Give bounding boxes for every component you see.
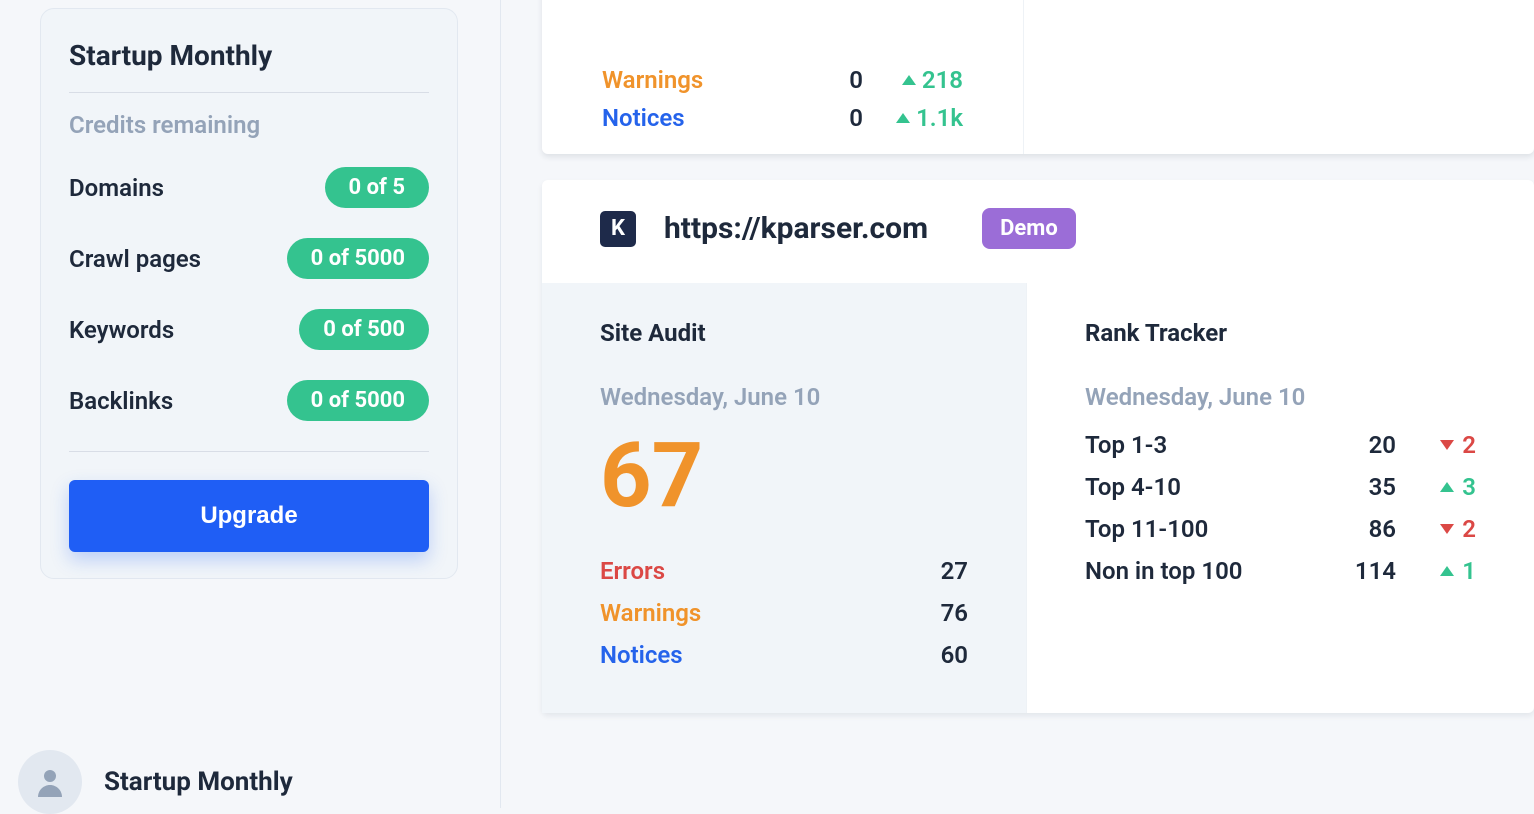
user-name: Startup Monthly — [104, 767, 293, 797]
caret-down-icon — [1440, 524, 1454, 534]
rank-row: Top 11-10086 2 — [1085, 515, 1476, 543]
rank-value: 86 — [1326, 515, 1396, 543]
rank-label: Top 11-100 — [1085, 515, 1326, 543]
audit-value: 76 — [941, 599, 968, 627]
credit-label: Domains — [69, 174, 164, 202]
rank-label: Non in top 100 — [1085, 557, 1326, 585]
rank-delta-value: 2 — [1462, 431, 1476, 459]
user-icon — [32, 764, 68, 800]
issue-delta: 218 — [863, 66, 963, 94]
project-header: K https://kparser.com Demo — [542, 180, 1534, 283]
issue-label: Notices — [602, 104, 803, 132]
credit-row: Keywords 0 of 500 — [69, 309, 429, 350]
avatar[interactable] — [18, 750, 82, 814]
credit-row: Domains 0 of 5 — [69, 167, 429, 208]
rank-row: Top 1-320 2 — [1085, 431, 1476, 459]
audit-label: Notices — [600, 641, 683, 669]
site-audit-score: 67 — [600, 431, 968, 521]
caret-up-icon — [1440, 482, 1454, 492]
site-audit-title: Site Audit — [600, 319, 968, 347]
site-audit-panel: Site Audit Wednesday, June 10 67 Errors 2… — [542, 283, 1027, 713]
audit-row: Notices 60 — [600, 641, 968, 669]
rank-delta-value: 2 — [1462, 515, 1476, 543]
credits-card: Startup Monthly Credits remaining Domain… — [40, 8, 458, 579]
rank-label: Top 4-10 — [1085, 473, 1326, 501]
audit-row: Warnings 76 — [600, 599, 968, 627]
credit-label: Keywords — [69, 316, 174, 344]
audit-row: Errors 27 — [600, 557, 968, 585]
project-card: K https://kparser.com Demo Site Audit We… — [542, 180, 1534, 713]
site-audit-date: Wednesday, June 10 — [600, 383, 968, 411]
credit-row: Crawl pages 0 of 5000 — [69, 238, 429, 279]
project-favicon: K — [600, 211, 636, 247]
rank-tracker-title: Rank Tracker — [1085, 319, 1476, 347]
rank-delta: 2 — [1396, 515, 1476, 543]
rank-row: Non in top 100114 1 — [1085, 557, 1476, 585]
issue-label: Warnings — [602, 66, 803, 94]
rank-value: 20 — [1326, 431, 1396, 459]
issue-delta-value: 218 — [922, 66, 963, 94]
rank-delta-value: 1 — [1462, 557, 1476, 585]
demo-badge: Demo — [982, 208, 1076, 249]
issue-count: 0 — [803, 104, 863, 132]
rank-delta-value: 3 — [1462, 473, 1476, 501]
issue-delta: 1.1k — [863, 104, 963, 132]
rank-delta: 1 — [1396, 557, 1476, 585]
rank-label: Top 1-3 — [1085, 431, 1326, 459]
issue-row: Warnings0 218 — [602, 66, 963, 94]
project-body: Site Audit Wednesday, June 10 67 Errors 2… — [542, 283, 1534, 713]
sidebar-divider — [500, 0, 501, 808]
issue-delta-value: 1.1k — [916, 104, 963, 132]
issue-count: 0 — [803, 66, 863, 94]
plan-title: Startup Monthly — [69, 39, 429, 72]
audit-label: Errors — [600, 557, 665, 585]
rank-delta: 3 — [1396, 473, 1476, 501]
rank-value: 114 — [1326, 557, 1396, 585]
credit-label: Backlinks — [69, 387, 173, 415]
credit-row: Backlinks 0 of 5000 — [69, 380, 429, 421]
credit-badge: 0 of 5000 — [287, 380, 429, 421]
issue-row: Notices0 1.1k — [602, 104, 963, 132]
rank-tracker-date: Wednesday, June 10 — [1085, 383, 1476, 411]
project-card-top: Warnings0 218 Notices0 1.1k — [542, 0, 1534, 154]
caret-up-icon — [1440, 566, 1454, 576]
user-footer: Startup Monthly — [18, 750, 293, 814]
credits-remaining-label: Credits remaining — [69, 111, 429, 139]
project-url[interactable]: https://kparser.com — [664, 211, 928, 246]
audit-label: Warnings — [600, 599, 701, 627]
divider — [69, 451, 429, 452]
credit-label: Crawl pages — [69, 245, 201, 273]
audit-value: 60 — [941, 641, 968, 669]
main-area: Warnings0218Notices01.1k K https://kpars… — [500, 0, 1534, 808]
credit-badge: 0 of 500 — [299, 309, 429, 350]
credit-badge: 0 of 5000 — [287, 238, 429, 279]
caret-down-icon — [1440, 440, 1454, 450]
site-audit-panel-top: Warnings0 218 Notices0 1.1k — [542, 0, 1024, 154]
caret-up-icon — [896, 113, 910, 123]
upgrade-button[interactable]: Upgrade — [69, 480, 429, 552]
credit-badge: 0 of 5 — [325, 167, 429, 208]
rank-tracker-panel: Rank Tracker Wednesday, June 10 Top 1-32… — [1027, 283, 1534, 713]
rank-row: Top 4-1035 3 — [1085, 473, 1476, 501]
audit-value: 27 — [941, 557, 968, 585]
divider — [69, 92, 429, 93]
rank-value: 35 — [1326, 473, 1396, 501]
caret-up-icon — [902, 75, 916, 85]
rank-delta: 2 — [1396, 431, 1476, 459]
